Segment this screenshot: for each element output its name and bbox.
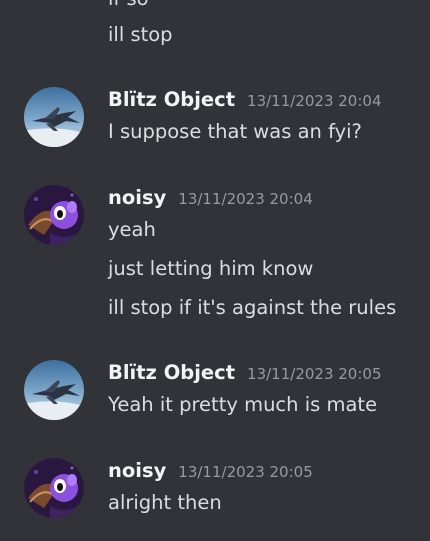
jet-plane-avatar-icon[interactable] <box>24 87 84 147</box>
username[interactable]: noisy <box>108 458 166 484</box>
message-line: alright then <box>108 491 222 514</box>
purple-character-avatar-icon[interactable] <box>24 458 84 518</box>
timestamp: 13/11/2023 20:05 <box>178 463 313 481</box>
purple-character-avatar-icon[interactable] <box>24 185 84 245</box>
chat-message-list: if so ill stop Blïtz Object <box>0 0 430 541</box>
username[interactable]: noisy <box>108 185 166 211</box>
timestamp: 13/11/2023 20:04 <box>247 92 382 110</box>
message-header: noisy 13/11/2023 20:05 <box>108 458 313 484</box>
jet-plane-avatar-icon[interactable] <box>24 360 84 420</box>
message-header: Blïtz Object 13/11/2023 20:04 <box>108 87 381 113</box>
timestamp: 13/11/2023 20:04 <box>178 190 313 208</box>
message-line: if so <box>108 0 149 12</box>
username[interactable]: Blïtz Object <box>108 87 235 113</box>
username[interactable]: Blïtz Object <box>108 360 235 386</box>
message-header: noisy 13/11/2023 20:04 <box>108 185 313 211</box>
message-line: yeah <box>108 218 156 241</box>
message-line: just letting him know <box>108 257 314 280</box>
message-header: Blïtz Object 13/11/2023 20:05 <box>108 360 381 386</box>
timestamp: 13/11/2023 20:05 <box>247 365 382 383</box>
message-line: ill stop <box>108 23 173 46</box>
message-line: Yeah it pretty much is mate <box>108 393 378 416</box>
message-line: ill stop if it's against the rules <box>108 296 397 319</box>
message-line: I suppose that was an fyi? <box>108 120 362 143</box>
